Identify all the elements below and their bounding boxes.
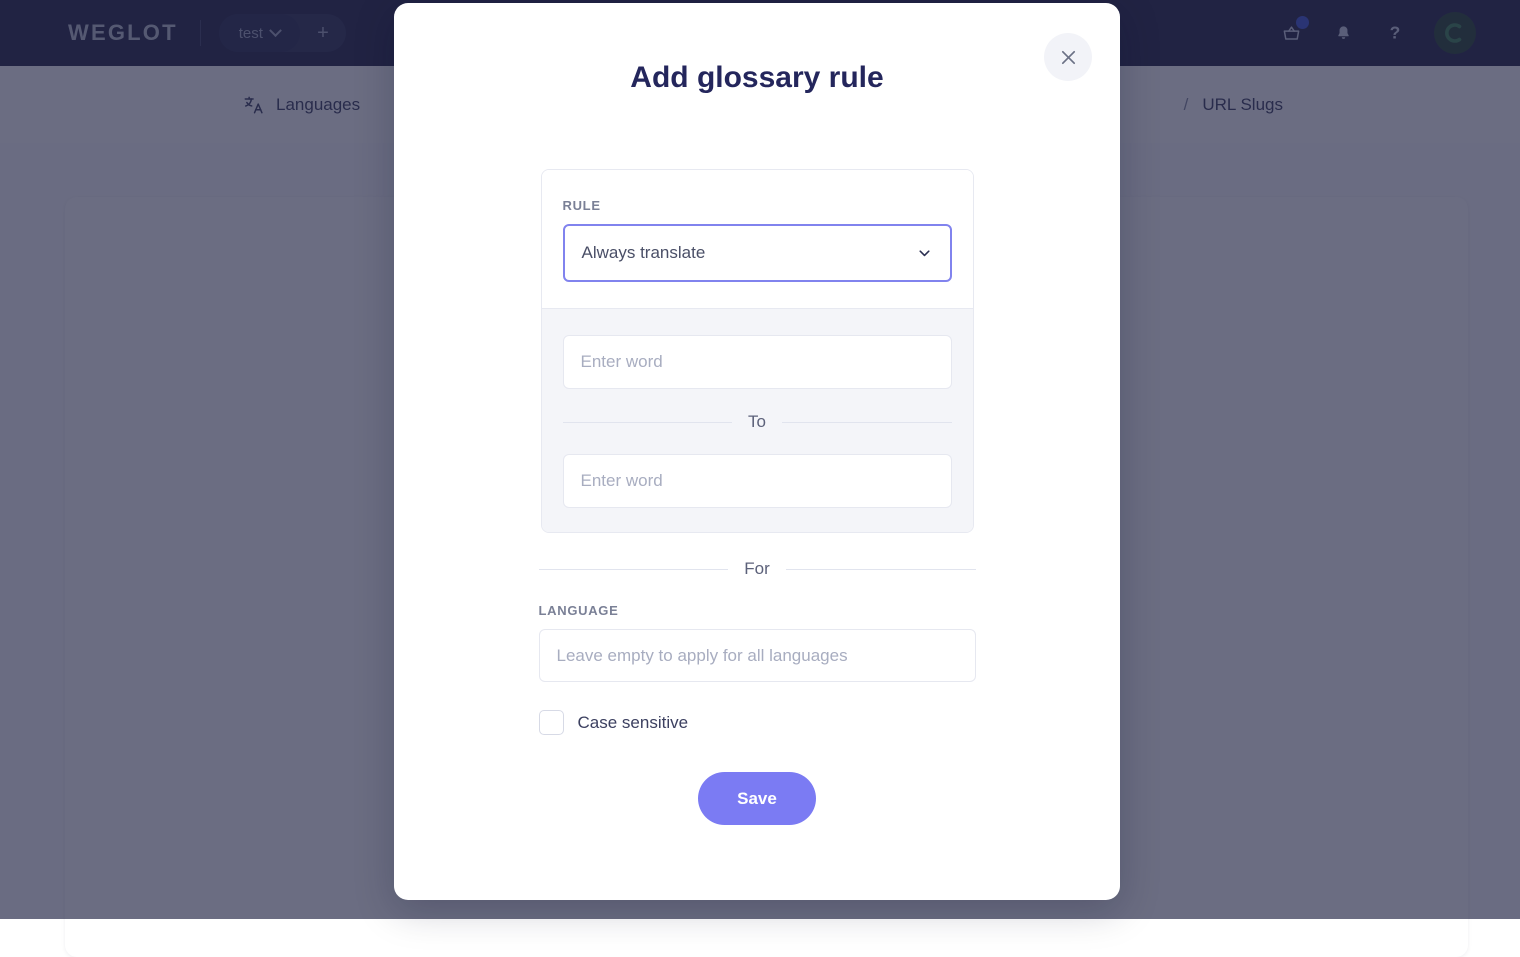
- modal-title: Add glossary rule: [394, 61, 1120, 95]
- divider-line-left: [563, 422, 733, 423]
- divider-line-left: [539, 569, 729, 570]
- language-label: LANGUAGE: [539, 603, 976, 618]
- word-pair-section: To: [542, 308, 973, 532]
- save-row: Save: [394, 772, 1120, 825]
- modal-body: RULE Always translate To: [394, 169, 1120, 825]
- chevron-down-icon: [916, 245, 933, 262]
- to-divider-label: To: [748, 412, 766, 432]
- rule-section: RULE Always translate: [542, 170, 973, 308]
- case-sensitive-row: Case sensitive: [539, 710, 976, 735]
- divider-line-right: [782, 422, 952, 423]
- language-section: LANGUAGE: [539, 603, 976, 682]
- case-sensitive-checkbox[interactable]: [539, 710, 564, 735]
- rule-label: RULE: [563, 198, 952, 213]
- rule-select[interactable]: Always translate: [563, 224, 952, 282]
- rule-card: RULE Always translate To: [541, 169, 974, 533]
- case-sensitive-label: Case sensitive: [578, 713, 689, 733]
- target-word-input[interactable]: [563, 454, 952, 508]
- for-divider: For: [539, 559, 976, 579]
- rule-select-value: Always translate: [582, 243, 706, 263]
- save-button[interactable]: Save: [698, 772, 816, 825]
- to-divider: To: [563, 412, 952, 432]
- source-word-input[interactable]: [563, 335, 952, 389]
- add-glossary-rule-modal: Add glossary rule RULE Always translate: [394, 3, 1120, 900]
- for-divider-label: For: [744, 559, 770, 579]
- divider-line-right: [786, 569, 976, 570]
- language-input[interactable]: [539, 629, 976, 682]
